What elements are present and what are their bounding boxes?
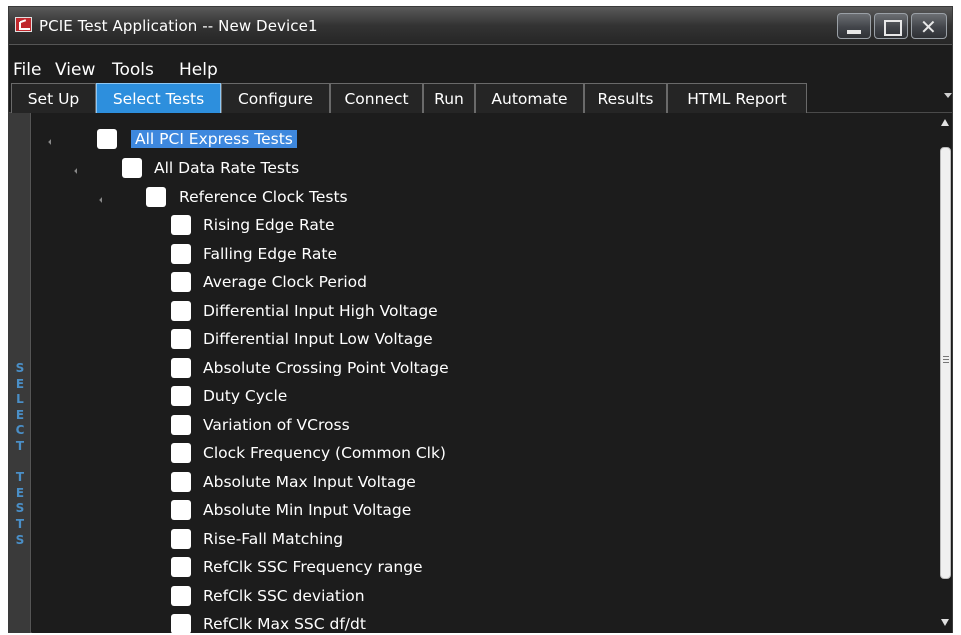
tree-node-test[interactable]: RefClk SSC Frequency range (32, 555, 512, 580)
tree-checkbox[interactable] (171, 443, 191, 463)
window-title: PCIE Test Application -- New Device1 (39, 17, 318, 35)
tab-select-tests[interactable]: Select Tests (96, 83, 221, 113)
tree-node-label: Clock Frequency (Common Clk) (203, 444, 446, 462)
tree-node-test[interactable]: Differential Input High Voltage (32, 299, 512, 324)
tree-node-label: Duty Cycle (203, 387, 288, 405)
tab-configure[interactable]: Configure (221, 83, 330, 113)
tree-checkbox[interactable] (171, 243, 191, 264)
tree-node-test[interactable]: RefClk SSC deviation (32, 584, 512, 609)
tree-node-label: RefClk SSC Frequency range (203, 558, 423, 576)
side-label-select-tests: S E L E C T T E S T S (15, 361, 25, 547)
menu-file[interactable]: File (13, 60, 41, 80)
tree-node-test[interactable]: Absolute Max Input Voltage (32, 470, 512, 495)
maximize-button[interactable] (874, 13, 908, 39)
tree-node-label: Differential Input High Voltage (203, 301, 438, 320)
side-panel-label-strip: S E L E C T T E S T S (9, 113, 31, 633)
minimize-button[interactable] (837, 13, 871, 39)
tab-connect[interactable]: Connect (330, 83, 423, 113)
tree-checkbox[interactable] (171, 585, 191, 606)
grip-icon (943, 356, 949, 363)
chevron-down-icon[interactable] (944, 93, 952, 98)
tree-node-test[interactable]: Variation of VCross (32, 413, 512, 438)
tree-node-label: Falling Edge Rate (203, 244, 337, 263)
tree-checkbox[interactable] (146, 187, 166, 207)
tree-node-all-pci-express-tests[interactable]: All PCI Express Tests (32, 127, 352, 152)
close-icon: ✕ (920, 15, 937, 39)
tree-node-label: Variation of VCross (203, 415, 350, 434)
app-window: PCIE Test Application -- New Device1 ✕ F… (8, 6, 953, 635)
tab-results[interactable]: Results (584, 83, 667, 113)
tree-checkbox[interactable] (122, 158, 142, 178)
tree-node-label: Reference Clock Tests (179, 188, 348, 206)
tree-node-test[interactable]: RefClk Max SSC df/dt (32, 612, 512, 635)
app-icon (15, 17, 32, 32)
close-button[interactable]: ✕ (911, 13, 947, 39)
tree-node-label: Rising Edge Rate (203, 216, 335, 234)
tree-checkbox[interactable] (97, 129, 117, 149)
tree-checkbox[interactable] (171, 500, 191, 520)
tree-node-label: RefClk Max SSC df/dt (203, 615, 366, 633)
tree-node-label: Absolute Crossing Point Voltage (203, 358, 449, 377)
tree-node-test[interactable]: Absolute Min Input Voltage (32, 498, 512, 523)
tree-expander-icon[interactable] (74, 168, 80, 174)
tree-checkbox[interactable] (171, 300, 191, 321)
tree-node-test[interactable]: Falling Edge Rate (32, 242, 512, 267)
tree-node-test[interactable]: Rise-Fall Matching (32, 527, 512, 552)
tree-node-label: Average Clock Period (203, 273, 367, 291)
tab-bar: Set Up Select Tests Configure Connect Ru… (9, 81, 952, 113)
test-tree: All PCI Express Tests All Data Rate Test… (32, 113, 939, 635)
menu-tools[interactable]: Tools (112, 60, 154, 80)
tree-node-test[interactable]: Differential Input Low Voltage (32, 327, 512, 352)
tree-node-label: Absolute Max Input Voltage (203, 472, 416, 491)
title-bar[interactable]: PCIE Test Application -- New Device1 ✕ (9, 7, 952, 45)
tree-checkbox[interactable] (171, 414, 191, 435)
tree-node-label: All PCI Express Tests (131, 130, 297, 148)
menu-bar: File View Tools Help (9, 45, 952, 85)
tree-node-test[interactable]: Absolute Crossing Point Voltage (32, 356, 512, 381)
tree-node-label: RefClk SSC deviation (203, 586, 365, 605)
tree-node-test[interactable]: Duty Cycle (32, 384, 512, 409)
tree-checkbox[interactable] (171, 386, 191, 406)
tree-expander-icon[interactable] (48, 139, 54, 145)
tree-node-label: All Data Rate Tests (154, 159, 300, 177)
scroll-down-arrow-icon[interactable] (941, 619, 949, 626)
tree-checkbox[interactable] (171, 471, 191, 492)
tree-node-label: Differential Input Low Voltage (203, 330, 433, 348)
tree-expander-icon[interactable] (99, 197, 105, 203)
vertical-scrollbar[interactable] (939, 113, 952, 633)
scroll-thumb[interactable] (940, 147, 951, 579)
tree-node-label: Absolute Min Input Voltage (203, 501, 412, 519)
menu-view[interactable]: View (55, 60, 95, 80)
tab-run[interactable]: Run (423, 83, 475, 113)
menu-help[interactable]: Help (179, 60, 218, 80)
tree-checkbox[interactable] (171, 528, 191, 549)
tree-node-test[interactable]: Rising Edge Rate (32, 213, 512, 238)
tree-checkbox[interactable] (171, 557, 191, 577)
tree-node-label: Rise-Fall Matching (203, 529, 344, 548)
tab-automate[interactable]: Automate (475, 83, 584, 113)
scroll-up-arrow-icon[interactable] (941, 119, 949, 126)
tree-checkbox[interactable] (171, 272, 191, 292)
tab-html-report[interactable]: HTML Report (667, 83, 807, 113)
tree-node-test[interactable]: Average Clock Period (32, 270, 512, 295)
tree-node-reference-clock-tests[interactable]: Reference Clock Tests (32, 185, 392, 210)
tree-checkbox[interactable] (171, 357, 191, 378)
tree-checkbox[interactable] (171, 215, 191, 235)
tree-checkbox[interactable] (171, 614, 191, 634)
tree-checkbox[interactable] (171, 329, 191, 349)
tree-node-test[interactable]: Clock Frequency (Common Clk) (32, 441, 512, 466)
tab-set-up[interactable]: Set Up (11, 83, 96, 113)
tree-node-all-data-rate-tests[interactable]: All Data Rate Tests (32, 156, 352, 181)
